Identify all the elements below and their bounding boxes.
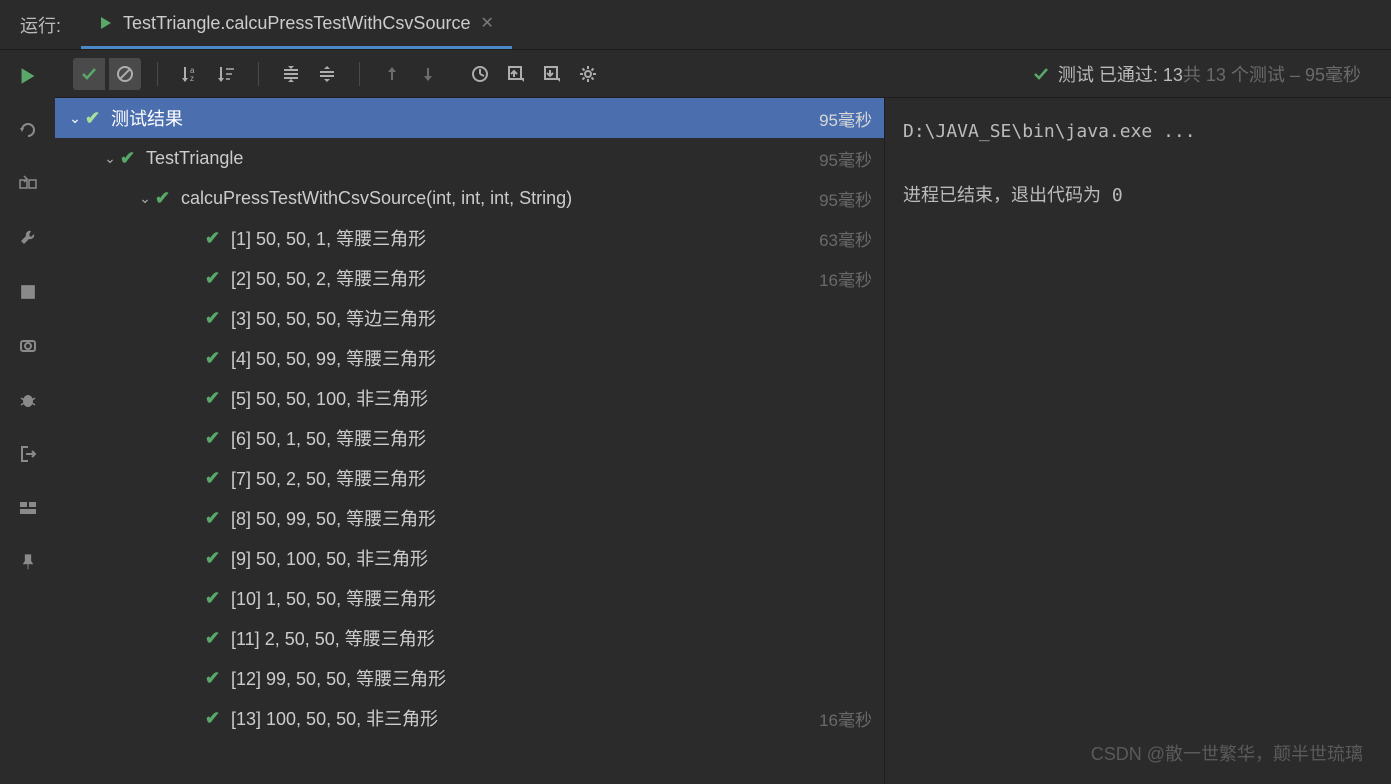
tree-test-label: [2] 50, 50, 2, 等腰三角形	[231, 265, 819, 291]
layout-icon[interactable]	[16, 496, 40, 520]
check-icon: ✔	[205, 508, 231, 529]
tree-test-item[interactable]: ✔[13] 100, 50, 50, 非三角形16毫秒	[55, 698, 884, 738]
expand-all-button[interactable]	[275, 58, 307, 90]
tree-test-label: [10] 1, 50, 50, 等腰三角形	[231, 585, 872, 611]
tree-test-label: [11] 2, 50, 50, 等腰三角形	[231, 625, 872, 651]
chevron-down-icon[interactable]: ⌄	[65, 110, 85, 127]
exit-icon[interactable]	[16, 442, 40, 466]
tree-test-time: 16毫秒	[819, 706, 872, 731]
svg-text:z: z	[190, 74, 194, 83]
tree-test-label: [1] 50, 50, 1, 等腰三角形	[231, 225, 819, 251]
rerun-button[interactable]	[16, 64, 40, 88]
console-line: 进程已结束，退出代码为 0	[903, 178, 1373, 214]
run-tab-title: TestTriangle.calcuPressTestWithCsvSource	[123, 13, 470, 34]
tree-test-label: [9] 50, 100, 50, 非三角形	[231, 545, 872, 571]
check-icon: ✔	[155, 188, 181, 209]
check-icon: ✔	[205, 548, 231, 569]
prev-failed-button[interactable]	[376, 58, 408, 90]
import-tests-button[interactable]	[500, 58, 532, 90]
tree-test-item[interactable]: ✔[9] 50, 100, 50, 非三角形	[55, 538, 884, 578]
tree-test-item[interactable]: ✔[7] 50, 2, 50, 等腰三角形	[55, 458, 884, 498]
wrench-icon[interactable]	[16, 226, 40, 250]
check-icon: ✔	[120, 148, 146, 169]
console-output[interactable]: D:\JAVA_SE\bin\java.exe ... 进程已结束，退出代码为 …	[885, 98, 1391, 784]
tree-test-label: [5] 50, 50, 100, 非三角形	[231, 385, 872, 411]
close-icon[interactable]: ✕	[480, 13, 493, 33]
sort-duration-button[interactable]	[210, 58, 242, 90]
bug-icon[interactable]	[16, 388, 40, 412]
tree-test-time: 63毫秒	[819, 226, 872, 251]
tree-test-label: [6] 50, 1, 50, 等腰三角形	[231, 425, 872, 451]
next-failed-button[interactable]	[412, 58, 444, 90]
tree-test-time: 16毫秒	[819, 266, 872, 291]
tree-test-label: [12] 99, 50, 50, 等腰三角形	[231, 665, 872, 691]
tree-test-label: [8] 50, 99, 50, 等腰三角形	[231, 505, 872, 531]
sort-alpha-button[interactable]: az	[174, 58, 206, 90]
run-tab-icon	[99, 16, 113, 30]
test-status: 测试 已通过: 13共 13 个测试 – 95毫秒	[1032, 61, 1381, 87]
check-icon: ✔	[205, 268, 231, 289]
check-icon: ✔	[205, 708, 231, 729]
run-tab[interactable]: TestTriangle.calcuPressTestWithCsvSource…	[81, 0, 512, 49]
tree-test-label: [13] 100, 50, 50, 非三角形	[231, 705, 819, 731]
show-passed-button[interactable]	[73, 58, 105, 90]
settings-button[interactable]	[572, 58, 604, 90]
tree-class[interactable]: ⌄ ✔ TestTriangle 95毫秒	[55, 138, 884, 178]
check-icon: ✔	[205, 428, 231, 449]
tree-test-label: [3] 50, 50, 50, 等边三角形	[231, 305, 872, 331]
check-icon: ✔	[205, 588, 231, 609]
test-toolbar: az	[55, 50, 1391, 98]
tree-test-item[interactable]: ✔[5] 50, 50, 100, 非三角形	[55, 378, 884, 418]
check-icon	[1032, 65, 1050, 83]
tree-test-item[interactable]: ✔[3] 50, 50, 50, 等边三角形	[55, 298, 884, 338]
check-icon: ✔	[205, 668, 231, 689]
test-history-button[interactable]	[464, 58, 496, 90]
tree-test-label: [7] 50, 2, 50, 等腰三角形	[231, 465, 872, 491]
dump-icon[interactable]	[16, 334, 40, 358]
tree-test-item[interactable]: ✔[4] 50, 50, 99, 等腰三角形	[55, 338, 884, 378]
check-icon: ✔	[85, 108, 111, 129]
check-icon: ✔	[205, 308, 231, 329]
rerun-failed-button[interactable]	[16, 118, 40, 142]
check-icon: ✔	[205, 228, 231, 249]
toggle-auto-test-button[interactable]	[16, 172, 40, 196]
console-line: D:\JAVA_SE\bin\java.exe ...	[903, 114, 1373, 150]
left-gutter	[0, 50, 55, 784]
check-icon: ✔	[205, 628, 231, 649]
tree-method[interactable]: ⌄ ✔ calcuPressTestWithCsvSource(int, int…	[55, 178, 884, 218]
collapse-all-button[interactable]	[311, 58, 343, 90]
chevron-down-icon[interactable]: ⌄	[100, 150, 120, 167]
tree-test-item[interactable]: ✔[11] 2, 50, 50, 等腰三角形	[55, 618, 884, 658]
check-icon: ✔	[205, 388, 231, 409]
check-icon: ✔	[205, 348, 231, 369]
watermark: CSDN @散一世繁华，颠半世琉璃	[1091, 740, 1363, 766]
tree-root[interactable]: ⌄ ✔ 测试结果 95毫秒	[55, 98, 884, 138]
tree-test-item[interactable]: ✔[6] 50, 1, 50, 等腰三角形	[55, 418, 884, 458]
chevron-down-icon[interactable]: ⌄	[135, 190, 155, 207]
tree-test-label: [4] 50, 50, 99, 等腰三角形	[231, 345, 872, 371]
tree-test-item[interactable]: ✔[1] 50, 50, 1, 等腰三角形63毫秒	[55, 218, 884, 258]
stop-button[interactable]	[16, 280, 40, 304]
tree-test-item[interactable]: ✔[2] 50, 50, 2, 等腰三角形16毫秒	[55, 258, 884, 298]
test-tree[interactable]: ⌄ ✔ 测试结果 95毫秒 ⌄ ✔ TestTriangle 95毫秒 ⌄ ✔ …	[55, 98, 885, 784]
export-tests-button[interactable]	[536, 58, 568, 90]
pin-icon[interactable]	[16, 550, 40, 574]
tree-test-item[interactable]: ✔[10] 1, 50, 50, 等腰三角形	[55, 578, 884, 618]
run-label: 运行:	[0, 12, 81, 38]
show-ignored-button[interactable]	[109, 58, 141, 90]
tree-test-item[interactable]: ✔[12] 99, 50, 50, 等腰三角形	[55, 658, 884, 698]
check-icon: ✔	[205, 468, 231, 489]
tree-test-item[interactable]: ✔[8] 50, 99, 50, 等腰三角形	[55, 498, 884, 538]
